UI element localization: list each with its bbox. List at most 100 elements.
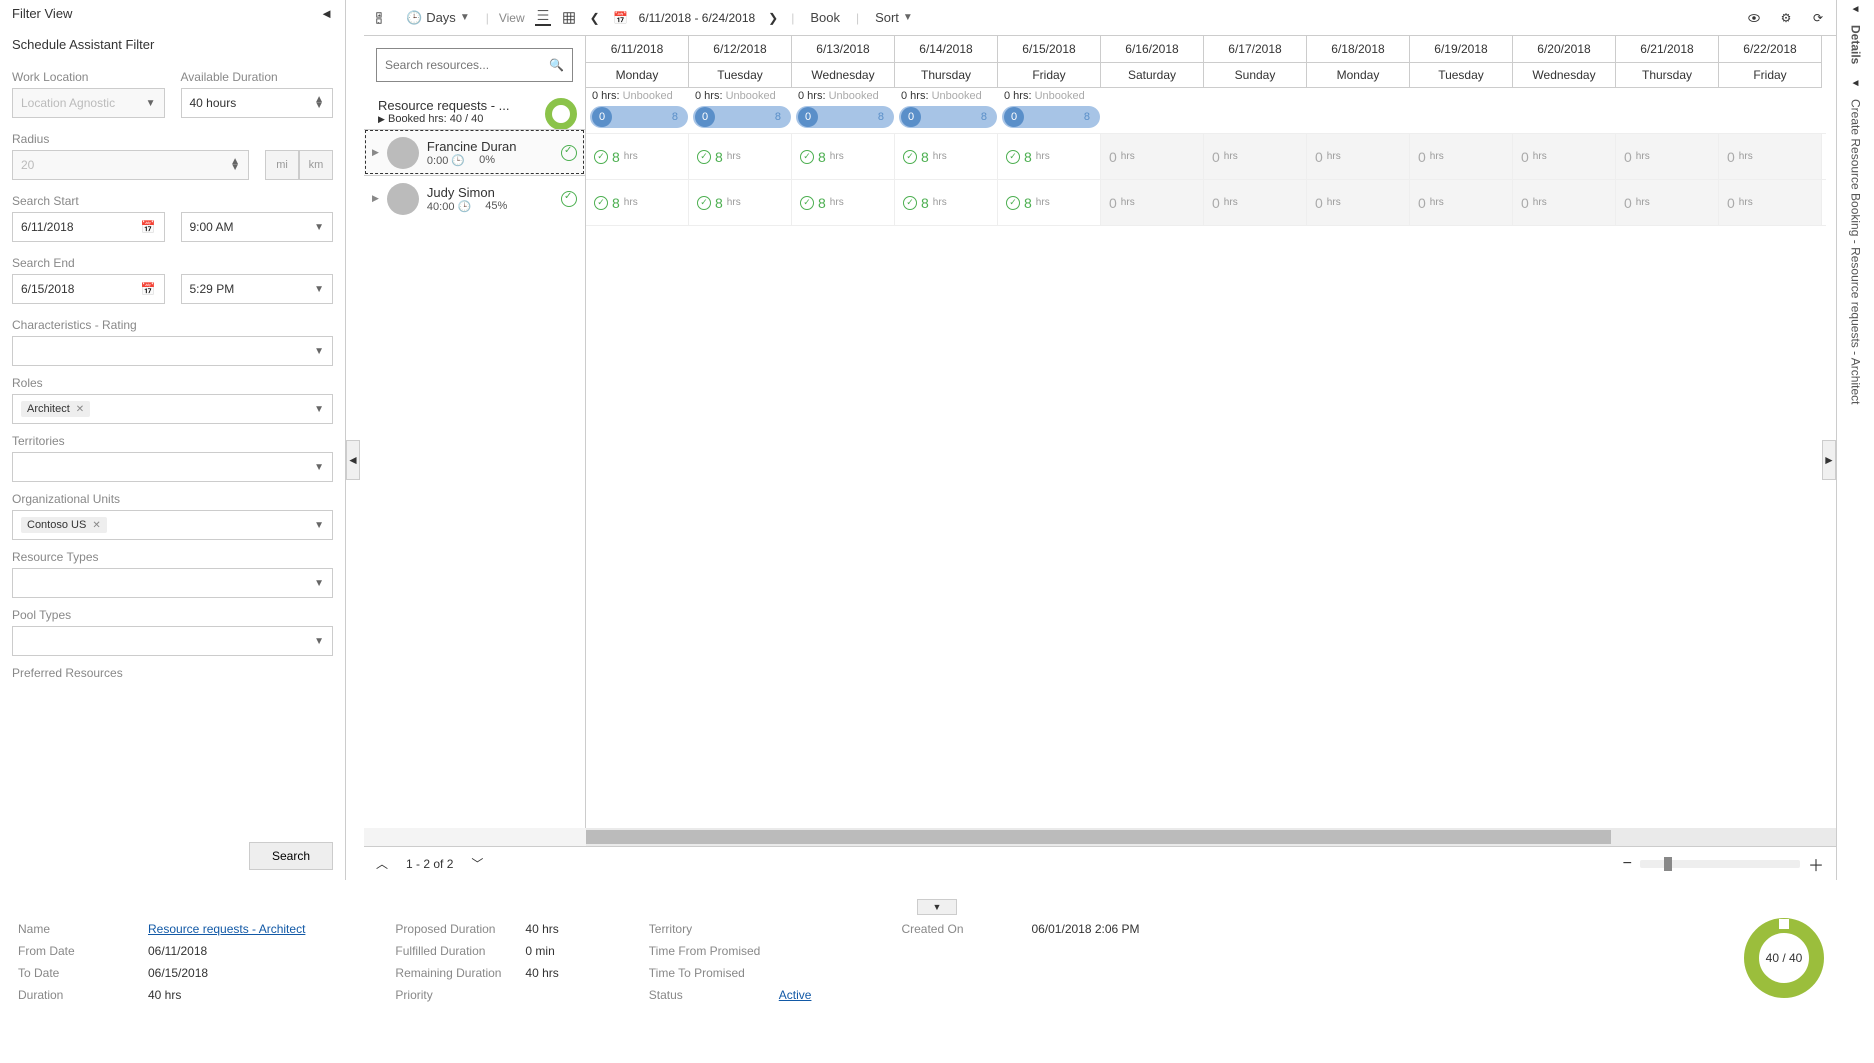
radius-input[interactable]: 20 ▲▼ [12,150,249,180]
slot-cell[interactable]: 0hrs [1101,134,1204,179]
slot-cell[interactable]: 0hrs [1616,180,1719,225]
slot-cell[interactable]: ✓8hrs [895,180,998,225]
slot-cell[interactable]: 0hrs [1307,180,1410,225]
calendar-icon[interactable]: 📅 [613,10,629,26]
search-icon[interactable]: 🔍 [549,58,564,72]
slot-cell[interactable]: ✓8hrs [586,180,689,225]
search-button[interactable]: Search [249,842,333,870]
horizontal-scrollbar[interactable] [364,828,1836,846]
request-summary[interactable]: Resource requests - ... ▶ Booked hrs: 40… [364,94,585,129]
unit-mi-button[interactable]: mi [265,150,299,180]
refresh-icon[interactable]: ⟳ [1810,10,1826,26]
zoom-slider[interactable] [1640,860,1800,868]
allocation-pill[interactable]: 08 [899,106,997,128]
time-from-label: Time From Promised [649,944,779,958]
calendar-icon[interactable]: 📅 [141,220,156,234]
unit-toggle: mi km [265,150,333,180]
dow-header-cell: Wednesday [1513,63,1616,88]
available-duration-select[interactable]: 40 hours ▲▼ [181,88,334,118]
slot-cell[interactable]: 0hrs [1616,134,1719,179]
roles-label: Roles [12,376,333,390]
slot-hours: 8 [1024,149,1032,165]
list-view-button[interactable] [535,10,551,26]
slot-cell[interactable]: 0hrs [1204,180,1307,225]
right-rail-title[interactable]: Create Resource Booking - Resource reque… [1849,93,1863,404]
page-up-icon[interactable]: ︿ [376,855,388,872]
prev-range-button[interactable]: ❮ [587,10,603,26]
territories-select[interactable]: ▼ [12,452,333,482]
slot-cell[interactable]: 0hrs [1204,134,1307,179]
gear-icon[interactable]: ⚙ [1778,10,1794,26]
page-down-icon[interactable]: ﹀ [471,855,483,872]
resource-search-input[interactable] [385,58,525,72]
details-tab-label[interactable]: Details [1849,19,1863,74]
slot-cell[interactable]: 0hrs [1719,134,1822,179]
search-start-time-select[interactable]: 9:00 AM ▼ [181,212,334,242]
pool-types-select[interactable]: ▼ [12,626,333,656]
spinner-icon[interactable]: ▲▼ [314,97,324,109]
board-toolbar: +- 🕒 Days ▼ | View ❮ 📅 6/11/2018 - 6/24/… [364,0,1836,36]
book-button[interactable]: Book [804,6,846,29]
search-end-date-input[interactable]: 6/15/2018 📅 [12,274,165,304]
slot-cell[interactable]: 0hrs [1410,180,1513,225]
expand-arrow-icon[interactable]: ▶ [378,114,385,124]
work-location-select[interactable]: Location Agnostic ▼ [12,88,165,118]
collapse-filter-caret-icon[interactable]: ◄ [320,6,333,21]
hrs-label: hrs [624,151,638,162]
allocation-pill[interactable]: 08 [590,106,688,128]
next-range-button[interactable]: ❯ [765,10,781,26]
search-end-time-select[interactable]: 5:29 PM ▼ [181,274,334,304]
slot-cell[interactable]: ✓8hrs [998,180,1101,225]
org-units-select[interactable]: Contoso US ✕ ▼ [12,510,333,540]
calendar-icon[interactable]: 📅 [141,282,156,296]
roles-select[interactable]: Architect ✕ ▼ [12,394,333,424]
characteristics-select[interactable]: ▼ [12,336,333,366]
name-link[interactable]: Resource requests - Architect [148,922,305,936]
remove-chip-icon[interactable]: ✕ [92,520,100,531]
scrollbar-thumb[interactable] [586,830,1611,844]
slot-cell[interactable]: 0hrs [1307,134,1410,179]
work-location-value: Location Agnostic [21,96,115,110]
right-rail-expand-icon-2[interactable]: ◄ [1851,74,1861,93]
status-link[interactable]: Active [779,988,812,1002]
slot-cell[interactable]: ✓8hrs [792,134,895,179]
days-dropdown[interactable]: 🕒 Days ▼ [400,6,476,30]
allocation-pill[interactable]: 08 [1002,106,1100,128]
slot-cell[interactable]: ✓8hrs [689,180,792,225]
zoom-thumb[interactable] [1664,857,1672,871]
collapse-right-handle[interactable]: ► [1822,440,1836,480]
slot-cell[interactable]: 0hrs [1410,134,1513,179]
collapse-filter-handle[interactable]: ◄ [346,440,360,480]
zoom-in-button[interactable]: ＋ [1808,852,1824,876]
slot-cell[interactable]: ✓8hrs [586,134,689,179]
remove-chip-icon[interactable]: ✕ [76,404,84,415]
slot-cell[interactable]: ✓8hrs [689,134,792,179]
timeline[interactable]: 6/11/20186/12/20186/13/20186/14/20186/15… [586,36,1836,828]
eye-icon[interactable] [1746,10,1762,26]
slot-cell[interactable]: 0hrs [1513,134,1616,179]
slot-cell[interactable]: 0hrs [1101,180,1204,225]
expand-arrow-icon[interactable]: ▶ [372,193,379,204]
allocation-pill[interactable]: 08 [693,106,791,128]
sort-dropdown[interactable]: Sort ▼ [869,6,919,29]
right-rail-expand-icon[interactable]: ◄ [1851,0,1861,19]
zoom-out-button[interactable]: − [1623,855,1632,873]
spinner-icon[interactable]: ▲▼ [230,159,240,171]
search-start-date-input[interactable]: 6/11/2018 📅 [12,212,165,242]
resource-types-select[interactable]: ▼ [12,568,333,598]
expand-vertical-icon[interactable]: +- [374,10,390,26]
resource-search-box[interactable]: 🔍 [376,48,573,82]
unit-km-button[interactable]: km [299,150,333,180]
slot-cell[interactable]: ✓8hrs [895,134,998,179]
resource-row[interactable]: ▶ Judy Simon 40:00 🕒45% [364,175,585,221]
grid-view-button[interactable] [561,10,577,26]
slot-cell[interactable]: ✓8hrs [998,134,1101,179]
slot-cell[interactable]: 0hrs [1513,180,1616,225]
allocation-pill[interactable]: 08 [796,106,894,128]
slot-cell[interactable]: 0hrs [1719,180,1822,225]
search-end-time: 5:29 PM [190,282,235,296]
slot-hours: 0 [1624,149,1632,165]
slot-cell[interactable]: ✓8hrs [792,180,895,225]
resource-row[interactable]: ▶ Francine Duran 0:00 🕒0% [364,129,585,175]
expand-arrow-icon[interactable]: ▶ [372,147,379,158]
